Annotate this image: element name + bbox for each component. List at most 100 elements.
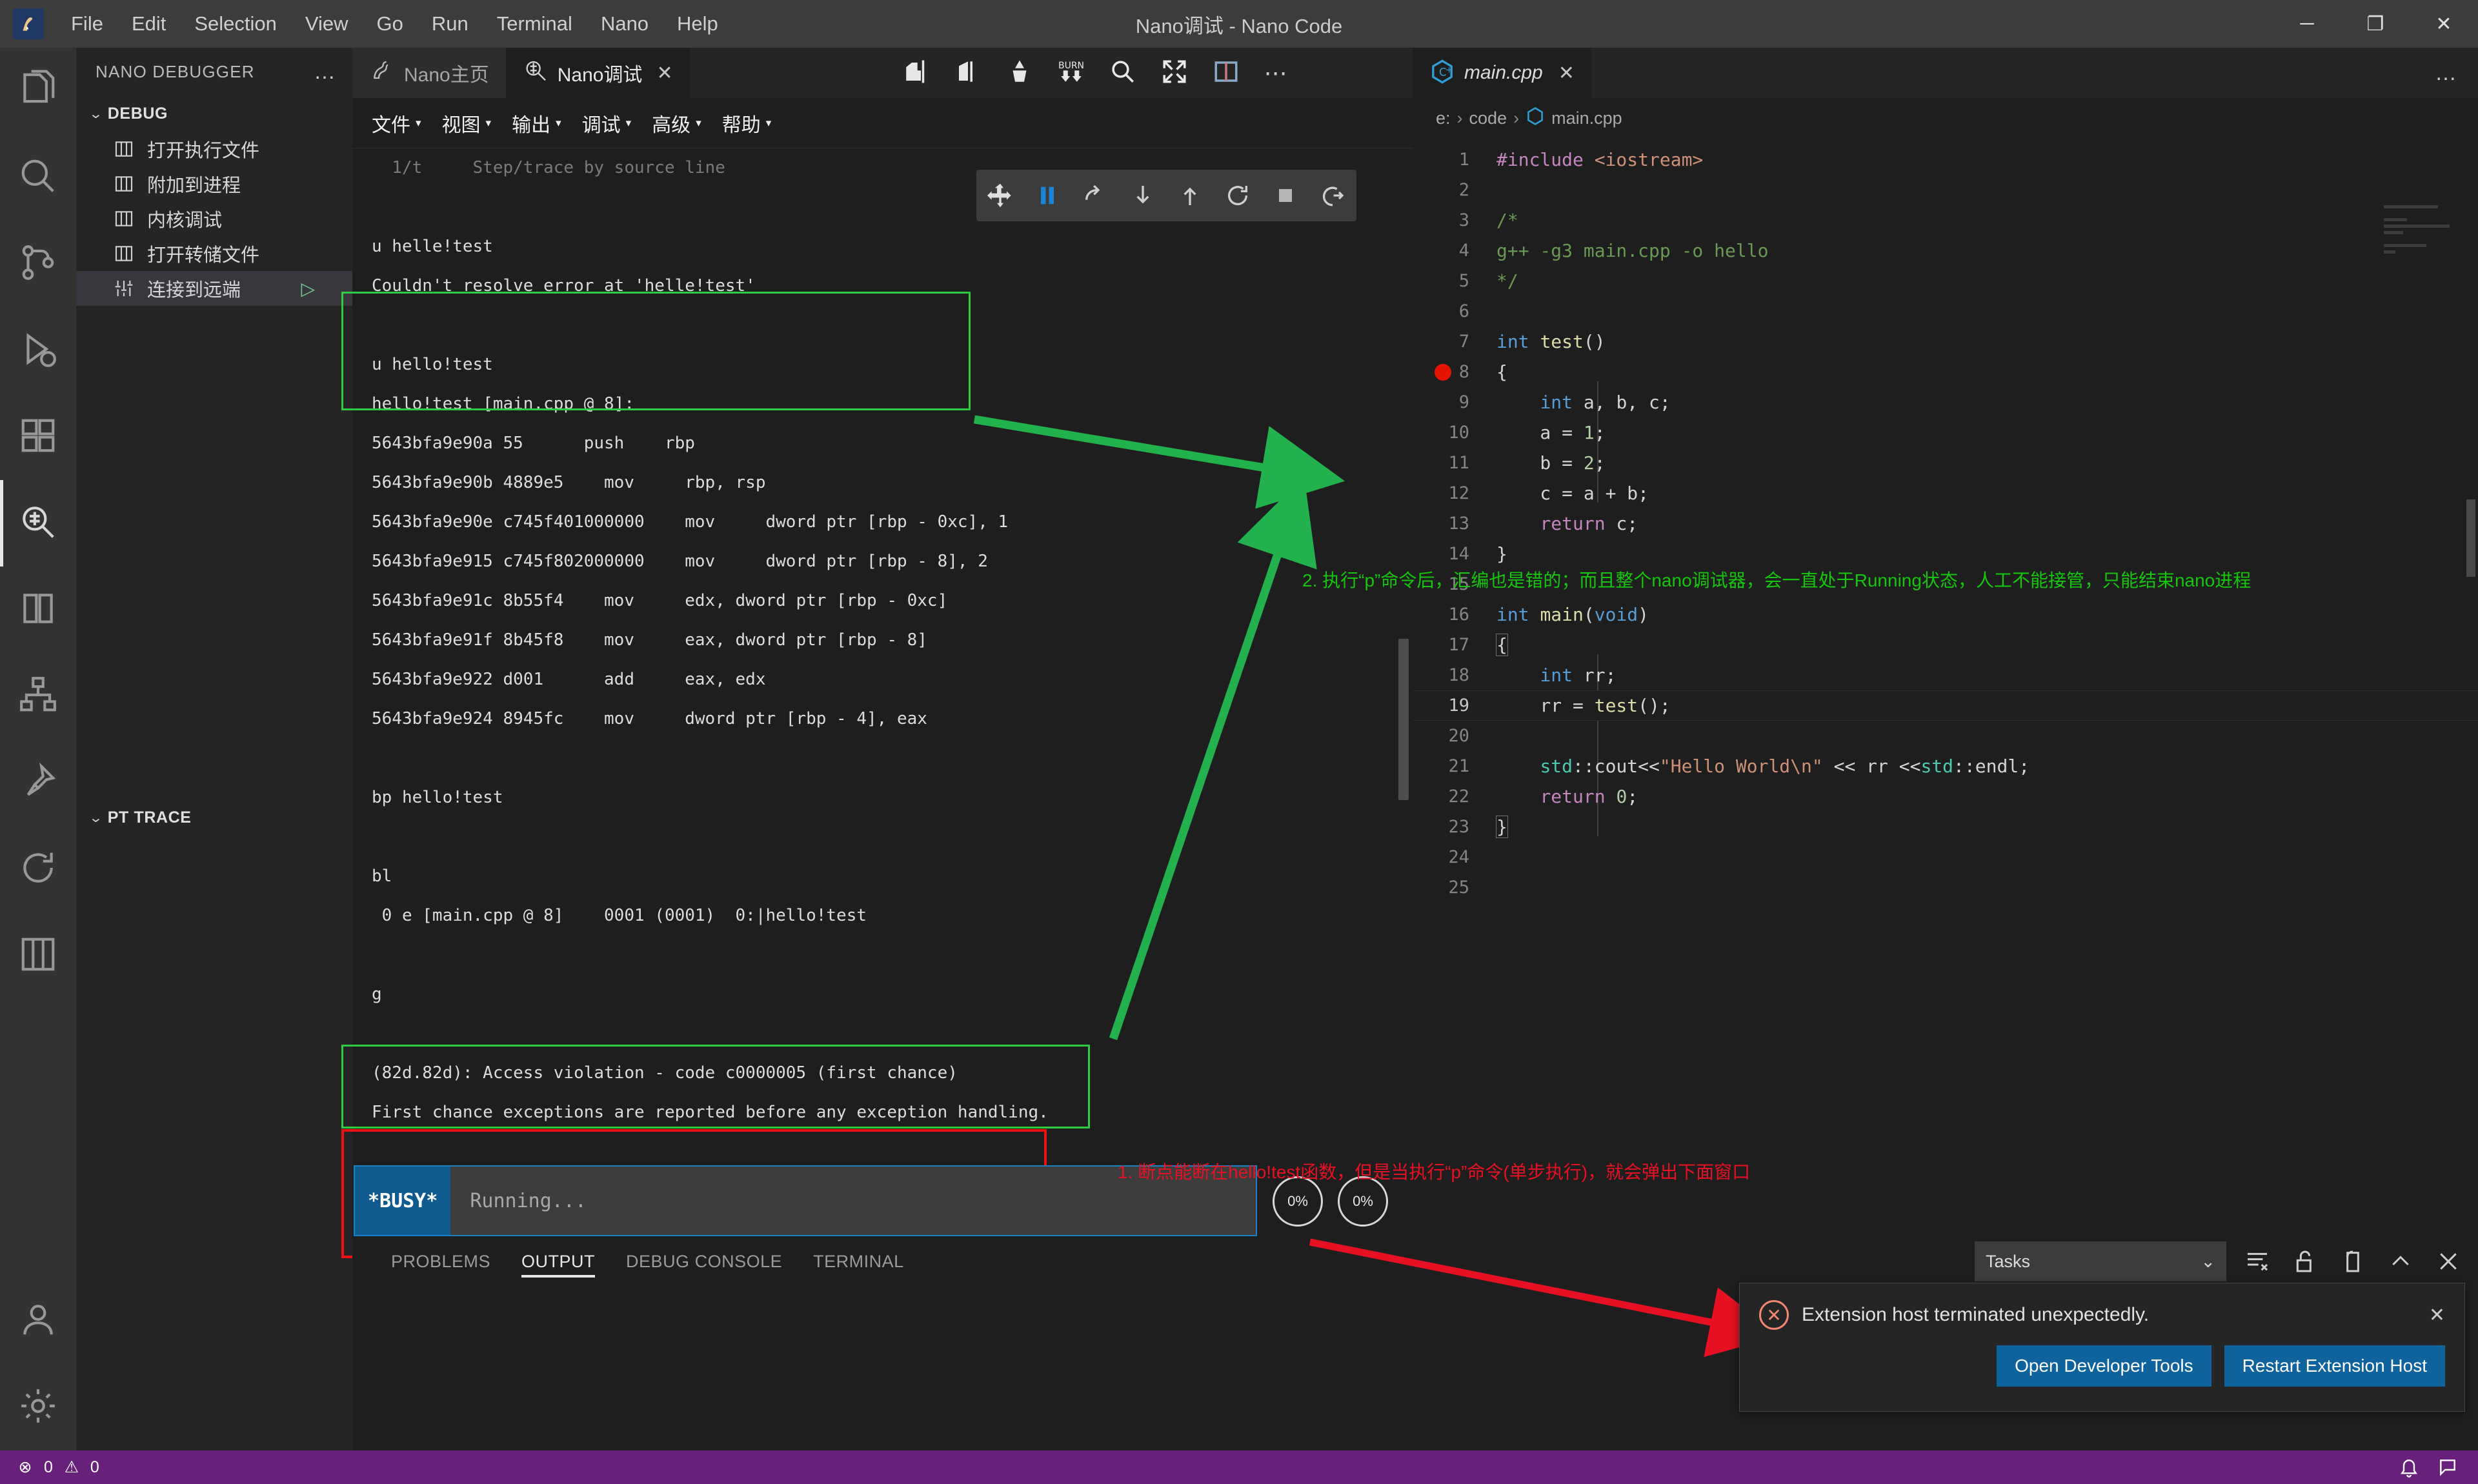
sidebar-item-open-executable[interactable]: 打开执行文件	[76, 132, 352, 166]
nano-menu-output[interactable]: 输出 ▾	[501, 106, 572, 140]
maximize-button[interactable]: ❐	[2341, 0, 2410, 48]
editor-tab-bar-left[interactable]: Nano主页 Nano调试 ✕ BURN ⋯	[352, 48, 1413, 98]
restart-extension-host-button[interactable]: Restart Extension Host	[2224, 1345, 2445, 1387]
menu-view[interactable]: View	[291, 8, 363, 39]
clear-output-icon[interactable]	[2241, 1245, 2274, 1278]
nano-menu-view[interactable]: 视图 ▾	[432, 106, 502, 140]
search-icon[interactable]	[1109, 58, 1136, 88]
breadcrumb-drive[interactable]: e:	[1436, 108, 1451, 128]
breadcrumb[interactable]: e: › code › main.cpp	[1413, 98, 2478, 138]
nano-menu-debug[interactable]: 调试 ▾	[572, 106, 642, 140]
drag-handle-icon[interactable]	[981, 176, 1020, 215]
editor-scrollbar[interactable]	[2466, 499, 2475, 577]
sidebar-more-icon[interactable]: …	[314, 61, 337, 83]
clean-icon[interactable]	[1006, 58, 1033, 88]
sidebar-section-debug[interactable]: ⌄ DEBUG	[76, 95, 352, 132]
more-icon[interactable]: ⋯	[1264, 61, 1289, 85]
close-button[interactable]: ✕	[2410, 0, 2478, 48]
status-bar-right[interactable]	[2398, 1456, 2478, 1478]
panel-tab-output[interactable]: OUTPUT	[506, 1236, 610, 1287]
breakpoint-icon[interactable]	[1435, 363, 1451, 381]
menu-nano[interactable]: Nano	[587, 8, 663, 39]
nano-menu-bar[interactable]: 文件 ▾ 视图 ▾ 输出 ▾ 调试 ▾ 高级 ▾ 帮助 ▾	[352, 98, 1413, 148]
menu-file[interactable]: File	[57, 8, 117, 39]
sidebar-item-kernel-debug[interactable]: 内核调试	[76, 201, 352, 236]
breadcrumb-file[interactable]: main.cpp	[1551, 108, 1622, 128]
code-editor[interactable]: 1 #include <iostream> 2 3 /* 4 g++ -g3 main…	[1413, 138, 2478, 903]
close-panel-icon[interactable]	[2432, 1245, 2465, 1278]
load-icon[interactable]	[954, 58, 982, 88]
console-scrollbar[interactable]	[1398, 639, 1409, 800]
unlock-icon[interactable]	[2288, 1245, 2322, 1278]
activity-item-search[interactable]	[0, 134, 76, 221]
activity-item-docs[interactable]	[0, 567, 76, 653]
feedback-icon[interactable]	[2437, 1456, 2459, 1478]
step-out-icon[interactable]	[1171, 176, 1209, 215]
menu-go[interactable]: Go	[363, 8, 418, 39]
activity-item-source-control[interactable]	[0, 221, 76, 307]
minimize-button[interactable]: ─	[2273, 0, 2341, 48]
open-developer-tools-button[interactable]: Open Developer Tools	[1997, 1345, 2211, 1387]
nano-menu-advanced[interactable]: 高级 ▾	[641, 106, 712, 140]
pause-icon[interactable]	[1028, 176, 1067, 215]
save-icon[interactable]	[903, 58, 930, 88]
tab-nano-debug[interactable]: Nano调试 ✕	[505, 48, 690, 98]
nano-menu-help[interactable]: 帮助 ▾	[712, 106, 782, 140]
stop-icon[interactable]	[1266, 176, 1305, 215]
activity-bar[interactable]	[0, 48, 76, 1450]
window-controls[interactable]: ─ ❐ ✕	[2273, 0, 2478, 48]
activity-item-extensions[interactable]	[0, 394, 76, 480]
nano-toolbar[interactable]: BURN ⋯	[903, 48, 1289, 98]
nano-menu-file[interactable]: 文件 ▾	[361, 106, 432, 140]
sidebar-item-open-dump[interactable]: 打开转储文件	[76, 236, 352, 271]
play-icon[interactable]: ▷	[301, 278, 315, 299]
panel-actions[interactable]: Tasks ⌄	[1975, 1236, 2465, 1287]
editor-tab-bar-right[interactable]: C + main.cpp ✕ …	[1413, 48, 2478, 98]
maximize-panel-icon[interactable]	[2384, 1245, 2417, 1278]
output-channel-select[interactable]: Tasks ⌄	[1975, 1241, 2226, 1281]
tab-main-cpp[interactable]: C + main.cpp ✕	[1413, 48, 1591, 98]
activity-item-explorer[interactable]	[0, 48, 76, 134]
menu-bar[interactable]: File Edit Selection View Go Run Terminal…	[57, 8, 732, 39]
step-into-icon[interactable]	[1123, 176, 1162, 215]
sidebar-section-pt-trace[interactable]: ⌄ PT TRACE	[76, 799, 352, 836]
new-terminal-icon[interactable]	[2336, 1245, 2370, 1278]
menu-help[interactable]: Help	[663, 8, 732, 39]
panel-tab-problems[interactable]: PROBLEMS	[376, 1236, 506, 1287]
menu-edit[interactable]: Edit	[117, 8, 180, 39]
breadcrumb-folder[interactable]: code	[1469, 108, 1507, 128]
minimap[interactable]	[2384, 205, 2461, 283]
menu-run[interactable]: Run	[418, 8, 483, 39]
close-icon[interactable]: ✕	[1558, 62, 1575, 85]
activity-item-layout[interactable]	[0, 912, 76, 999]
step-over-icon[interactable]	[1076, 176, 1114, 215]
burn-icon[interactable]: BURN	[1058, 58, 1085, 88]
panel-tab-debug-console[interactable]: DEBUG CONSOLE	[610, 1236, 798, 1287]
tab-nano-home[interactable]: Nano主页	[352, 48, 506, 98]
activity-item-hierarchy[interactable]	[0, 653, 76, 739]
panel-tab-bar[interactable]: PROBLEMS OUTPUT DEBUG CONSOLE TERMINAL T…	[352, 1236, 2478, 1287]
activity-item-run-debug[interactable]	[0, 307, 76, 394]
notification-toast[interactable]: ✕ Extension host terminated unexpectedly…	[1739, 1283, 2465, 1412]
bell-icon[interactable]	[2398, 1456, 2420, 1478]
restart-icon[interactable]	[1218, 176, 1257, 215]
split-editor-icon[interactable]	[1213, 58, 1240, 88]
sidebar-item-connect-remote[interactable]: 连接到远端 ▷	[76, 271, 352, 306]
menu-selection[interactable]: Selection	[180, 8, 291, 39]
status-problems[interactable]: ⊗ 0 ⚠ 0	[0, 1456, 99, 1478]
notification-buttons[interactable]: Open Developer Tools Restart Extension H…	[1740, 1330, 2464, 1387]
debug-console-output[interactable]: 1/t Step/trace by source line u helle!te…	[352, 148, 1413, 1132]
disconnect-icon[interactable]	[1313, 176, 1352, 215]
sidebar-item-attach-process[interactable]: 附加到进程	[76, 166, 352, 201]
fullscreen-icon[interactable]	[1161, 58, 1188, 88]
debug-toolbar[interactable]	[976, 170, 1356, 221]
menu-terminal[interactable]: Terminal	[483, 8, 587, 39]
close-icon[interactable]: ✕	[2429, 1304, 2445, 1327]
activity-item-refresh[interactable]	[0, 826, 76, 912]
activity-item-nano-debugger[interactable]	[0, 480, 76, 567]
editor-actions-more-icon[interactable]: …	[2435, 62, 2478, 84]
activity-item-account[interactable]	[0, 1278, 76, 1364]
panel-tab-terminal[interactable]: TERMINAL	[798, 1236, 920, 1287]
activity-item-settings[interactable]	[0, 1364, 76, 1450]
close-icon[interactable]: ✕	[656, 62, 672, 85]
